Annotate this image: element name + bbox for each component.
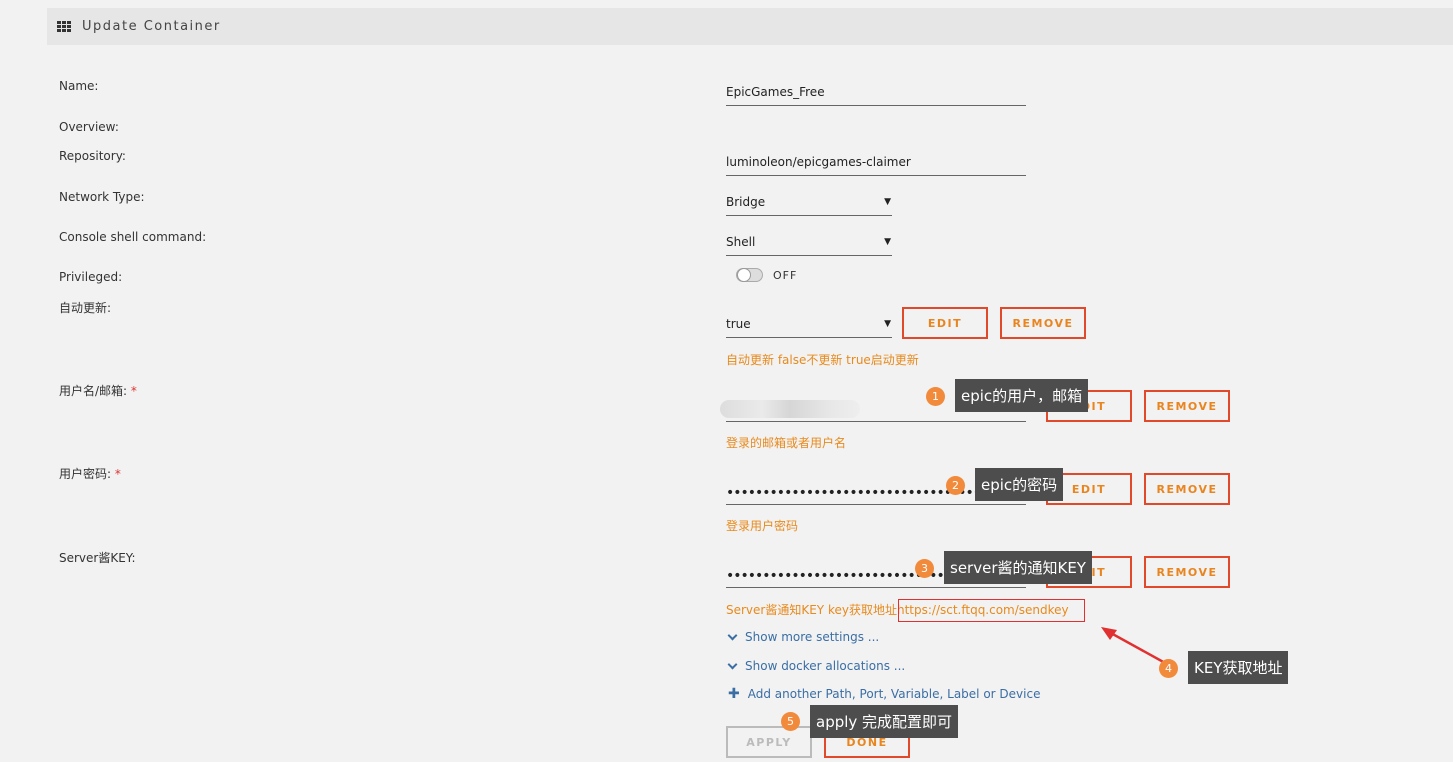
annotation-badge-1: 1 [926,387,945,406]
toggle-knob [737,268,751,282]
annotation-callout-5: apply 完成配置即可 [810,705,959,738]
password-label: 用户密码: * [59,465,121,482]
username-label: 用户名/邮箱: * [59,382,137,399]
annotation-callout-1: epic的用户，邮箱 [955,379,1089,412]
chevron-down-icon [728,662,737,671]
auto-update-hint: 自动更新 false不更新 true启动更新 [726,353,919,367]
auto-update-label: 自动更新: [59,301,112,315]
name-label: Name: [59,79,99,93]
auto-update-value: true [726,317,751,331]
privileged-label: Privileged: [59,270,123,284]
annotation-callout-4: KEY获取地址 [1188,651,1289,684]
username-remove-button[interactable]: REMOVE [1144,390,1230,422]
password-hint: 登录用户密码 [726,519,799,533]
username-label-text: 用户名/邮箱: [59,384,128,398]
blurred-username [720,400,860,418]
auto-update-edit-button[interactable]: EDIT [902,307,988,339]
name-value: EpicGames_Free [726,85,825,99]
overview-label: Overview: [59,120,119,134]
chevron-down-icon [728,633,737,642]
repository-value: luminoleon/epicgames-claimer [726,155,911,169]
console-shell-label: Console shell command: [59,230,207,244]
password-label-text: 用户密码: [59,467,112,481]
page: Update Container Name: Overview: Reposit… [0,0,1453,762]
annotation-badge-2: 2 [946,476,965,495]
network-type-label: Network Type: [59,190,145,204]
annotation-badge-5: 5 [781,712,800,731]
server-key-mask: ••••••••••••••••••••••••••••••••••• [726,568,981,584]
add-another-link[interactable]: ✚ Add another Path, Port, Variable, Labe… [728,686,1040,702]
header-bar: Update Container [47,8,1453,45]
auto-update-select[interactable]: true ▼ [726,313,892,338]
page-title: Update Container [82,19,221,34]
server-key-label: Server酱KEY: [59,551,136,565]
grid-icon [57,20,71,33]
caret-down-icon: ▼ [884,237,891,247]
network-type-value: Bridge [726,195,766,209]
console-shell-value: Shell [726,235,756,249]
privileged-toggle[interactable] [736,268,763,282]
repository-input[interactable]: luminoleon/epicgames-claimer [726,150,1026,176]
network-type-select[interactable]: Bridge ▼ [726,191,892,216]
show-more-settings-text: Show more settings ... [745,630,880,644]
plus-icon: ✚ [728,686,740,702]
repository-label: Repository: [59,149,126,163]
show-more-settings-link[interactable]: Show more settings ... [728,630,879,644]
server-key-hint-text: Server酱通知KEY key获取地址 [726,603,897,617]
show-docker-allocations-link[interactable]: Show docker allocations ... [728,659,905,673]
required-mark: * [114,467,121,481]
name-input[interactable]: EpicGames_Free [726,80,1026,106]
url-highlight-box [898,599,1085,622]
required-mark: * [130,384,137,398]
caret-down-icon: ▼ [884,319,891,329]
add-another-text: Add another Path, Port, Variable, Label … [747,687,1041,701]
annotation-callout-3: server酱的通知KEY [944,551,1092,584]
username-hint: 登录的邮箱或者用户名 [726,436,847,450]
auto-update-remove-button[interactable]: REMOVE [1000,307,1086,339]
annotation-badge-4: 4 [1159,659,1178,678]
console-shell-select[interactable]: Shell ▼ [726,231,892,256]
annotation-badge-3: 3 [915,559,934,578]
annotation-callout-2: epic的密码 [975,468,1064,501]
server-key-remove-button[interactable]: REMOVE [1144,556,1230,588]
password-remove-button[interactable]: REMOVE [1144,473,1230,505]
privileged-state: OFF [773,269,798,282]
show-docker-allocations-text: Show docker allocations ... [745,659,906,673]
apply-button[interactable]: APPLY [726,726,812,758]
caret-down-icon: ▼ [884,197,891,207]
